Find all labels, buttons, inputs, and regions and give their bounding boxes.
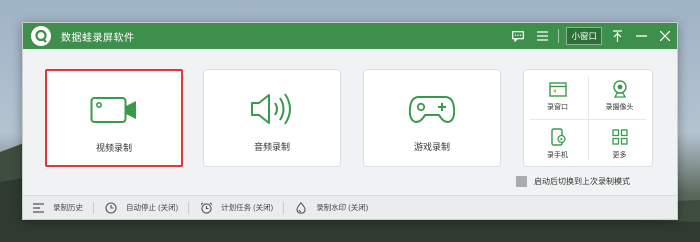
separator [93, 201, 94, 214]
tools-panel: 录窗口 录摄像头 录手机 更多 [523, 69, 653, 167]
feedback-icon[interactable] [506, 23, 530, 49]
record-webcam-label: 录摄像头 [605, 104, 634, 111]
app-window: 数据蛙录屏软件 小窗口 视频录制 音频录制 游戏录制 录窗口 录摄像头 录手机 … [22, 22, 678, 220]
auto-stop-button[interactable]: 自动停止 (关闭) [104, 196, 188, 220]
webcam-icon [612, 80, 628, 98]
speaker-icon [250, 92, 294, 126]
minimize-icon[interactable] [629, 23, 653, 49]
game-record-card[interactable]: 游戏录制 [363, 69, 501, 167]
gamepad-icon [409, 92, 455, 126]
schedule-task-button[interactable]: 计划任务 (关闭) [199, 196, 283, 220]
record-history-button[interactable]: 录制历史 [31, 196, 93, 220]
app-title: 数据蛙录屏软件 [61, 32, 135, 44]
game-record-label: 游戏录制 [413, 142, 450, 152]
auto-stop-label: 自动停止 (关闭) [126, 203, 179, 212]
auto-switch-option[interactable]: 启动后切换到上次录制模式 [516, 176, 630, 187]
watermark-button[interactable]: 录制水印 (关闭) [294, 196, 378, 220]
separator [558, 29, 560, 43]
record-history-label: 录制历史 [53, 203, 83, 212]
video-camera-icon [90, 93, 138, 127]
separator [283, 201, 285, 214]
auto-switch-label: 启动后切换到上次录制模式 [534, 177, 630, 186]
audio-record-label: 音频录制 [253, 142, 290, 152]
schedule-task-label: 计划任务 (关闭) [221, 203, 274, 212]
droplet-icon [294, 201, 308, 215]
record-window-button[interactable]: 录窗口 [530, 74, 585, 118]
window-icon [548, 80, 567, 98]
list-icon [31, 201, 45, 215]
more-tools-button[interactable]: 更多 [592, 122, 647, 166]
menu-icon[interactable] [530, 23, 554, 49]
alarm-clock-icon [199, 201, 213, 215]
divider [588, 76, 589, 160]
video-record-label: 视频录制 [95, 143, 132, 153]
video-record-card[interactable]: 视频录制 [45, 69, 183, 167]
app-logo-icon [31, 26, 51, 46]
title-controls: 小窗口 [506, 23, 677, 49]
mini-window-button[interactable]: 小窗口 [566, 27, 602, 45]
record-phone-label: 录手机 [547, 152, 568, 159]
close-icon[interactable] [653, 23, 677, 49]
record-webcam-button[interactable]: 录摄像头 [592, 74, 647, 118]
record-phone-button[interactable]: 录手机 [530, 122, 585, 166]
bottom-bar: 录制历史 自动停止 (关闭) 计划任务 (关闭) 录制水印 (关闭) [23, 195, 677, 219]
recording-modes: 视频录制 音频录制 游戏录制 录窗口 录摄像头 录手机 更多 [45, 69, 665, 169]
grid-icon [611, 128, 628, 146]
auto-switch-checkbox[interactable] [516, 176, 527, 187]
clock-icon [104, 201, 118, 215]
audio-record-card[interactable]: 音频录制 [203, 69, 341, 167]
phone-icon [550, 128, 566, 146]
watermark-label: 录制水印 (关闭) [316, 203, 369, 212]
more-tools-label: 更多 [612, 152, 627, 159]
separator [188, 201, 190, 214]
pin-icon[interactable] [605, 23, 629, 49]
record-window-label: 录窗口 [547, 104, 568, 111]
title-bar: 数据蛙录屏软件 小窗口 [23, 23, 677, 49]
